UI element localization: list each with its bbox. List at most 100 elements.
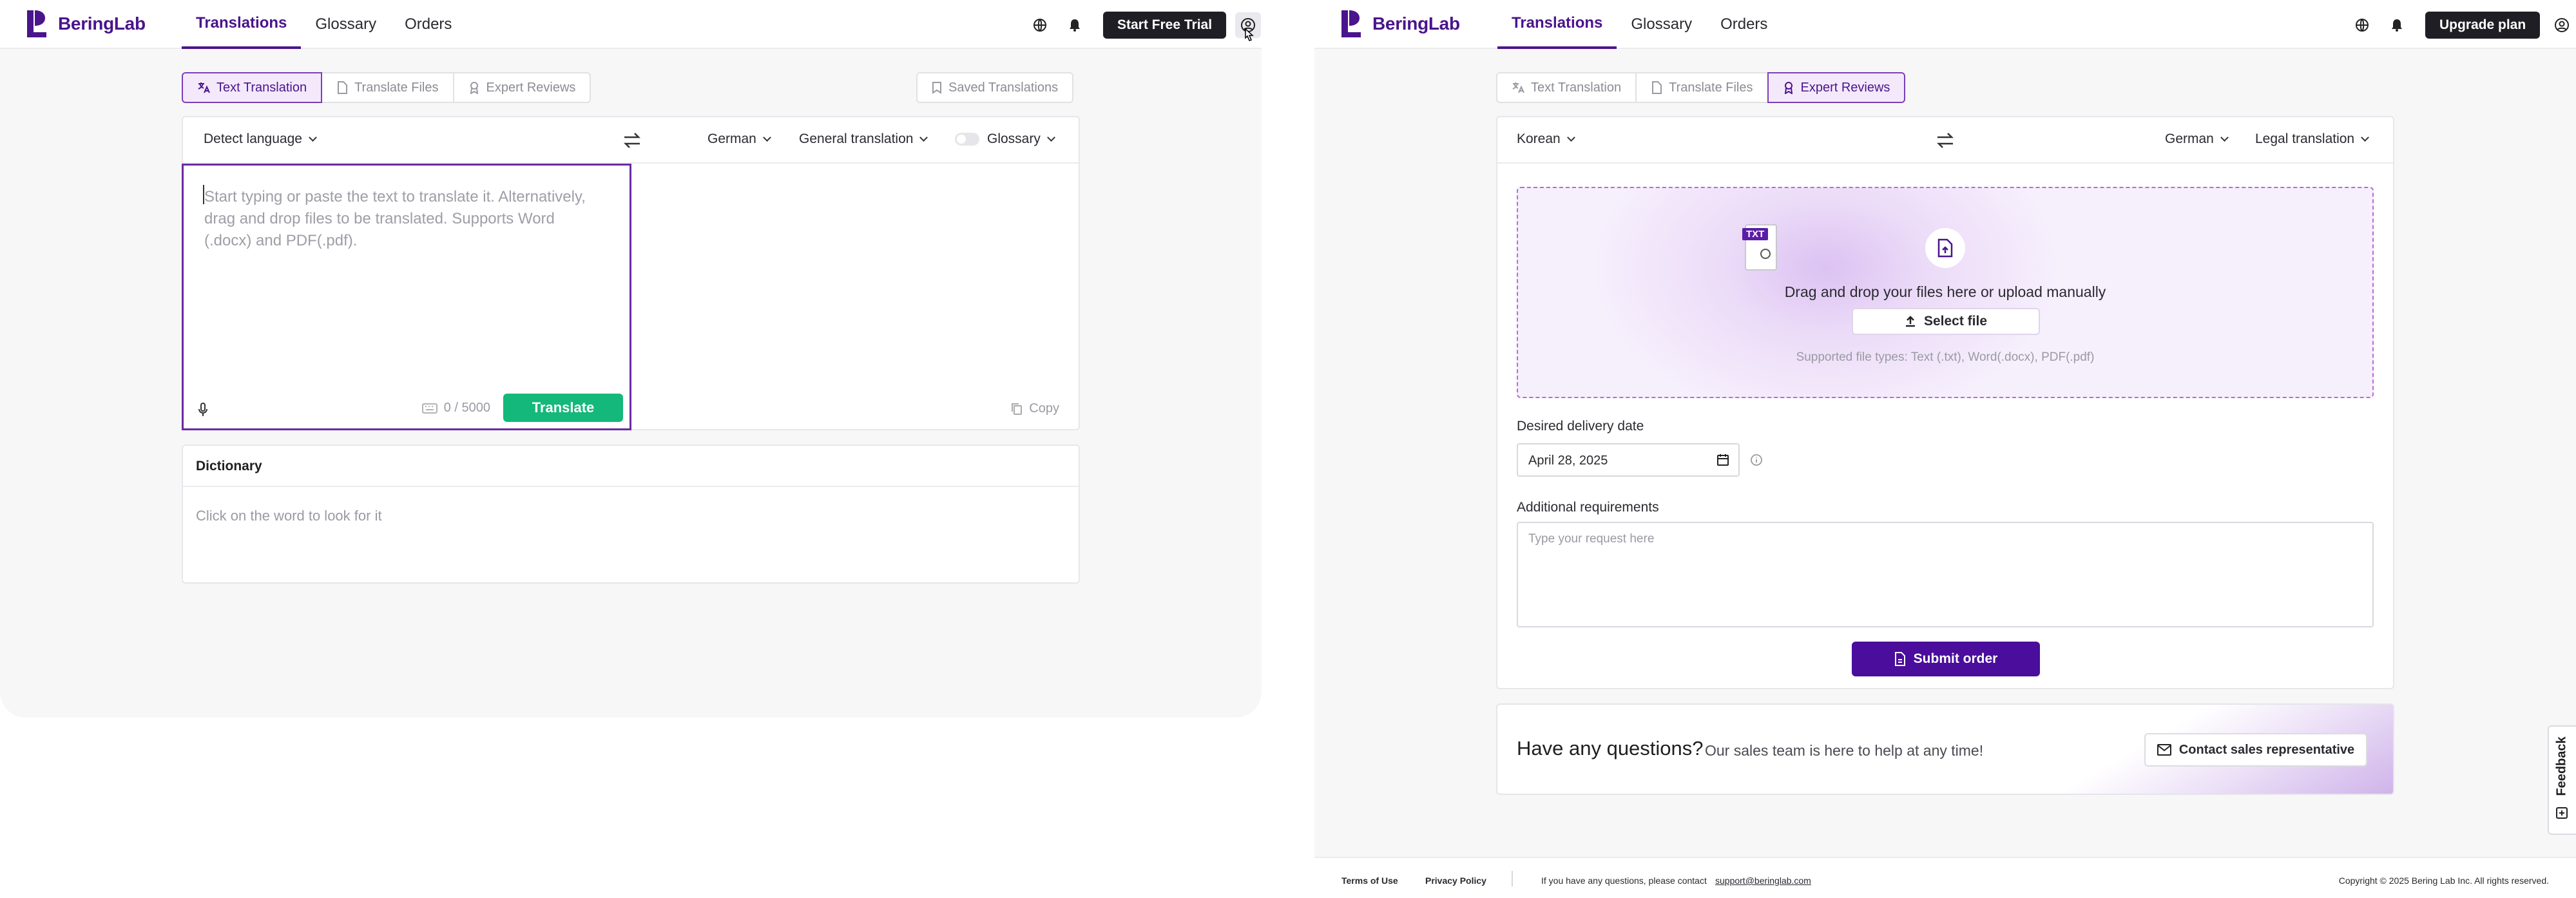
start-free-trial-button[interactable]: Start Free Trial (1103, 12, 1227, 39)
questions-subtitle: Our sales team is here to help at any ti… (1705, 742, 1984, 759)
source-language-dropdown[interactable]: Detect language (204, 131, 317, 147)
toggle-switch[interactable] (955, 133, 979, 146)
target-language-dropdown[interactable]: German (2165, 131, 2229, 147)
globe-icon[interactable] (1027, 12, 1053, 38)
nav-orders[interactable]: Orders (390, 0, 466, 49)
lang-bar: Korean German Legal translation (1497, 117, 2393, 164)
badge-icon (470, 82, 478, 94)
tab-label: Translate Files (354, 80, 439, 95)
tab-text-translation[interactable]: Text Translation (1496, 72, 1637, 103)
document-icon (1894, 652, 1905, 666)
footer-contact-text: If you have any questions, please contac… (1541, 875, 1707, 886)
logo-icon (1341, 10, 1361, 37)
chevron-down-icon (1566, 133, 1575, 142)
tab-expert-reviews[interactable]: Expert Reviews (1767, 72, 1906, 103)
dictionary-hint: Click on the word to look for it (196, 508, 382, 524)
tab-expert-reviews[interactable]: Expert Reviews (452, 72, 591, 103)
chevron-down-icon (2361, 133, 2369, 142)
glossary-toggle[interactable]: Glossary (955, 131, 1055, 147)
file-drop-zone[interactable]: TXT Drag and drop your files here or upl… (1517, 187, 2374, 398)
tab-label: Text Translation (1531, 80, 1622, 95)
tab-label: Text Translation (216, 80, 307, 95)
bookmark-icon (932, 82, 941, 94)
nav-orders[interactable]: Orders (1706, 0, 1782, 49)
cursor-icon (1245, 28, 1254, 41)
delivery-date-input[interactable]: April 28, 2025 (1517, 443, 1740, 477)
feedback-tab[interactable]: Feedback (2548, 725, 2576, 835)
chevron-down-icon (762, 133, 771, 142)
char-counter: 0 / 5000 (421, 401, 490, 416)
main-nav: Translations Glossary Orders (182, 0, 466, 49)
bell-icon[interactable] (2384, 12, 2410, 38)
drop-text: Drag and drop your files here or upload … (1784, 283, 2106, 300)
globe-icon[interactable] (2349, 12, 2375, 38)
support-email-link[interactable]: support@beringlab.com (1715, 875, 1811, 886)
calendar-icon[interactable] (1716, 454, 1729, 466)
upload-icon (1905, 316, 1915, 327)
contact-label: Contact sales representative (2178, 742, 2355, 757)
main-nav: Translations Glossary Orders (1497, 0, 1782, 49)
delivery-date-label: Desired delivery date (1517, 419, 1644, 434)
copy-button[interactable]: Copy (1011, 401, 1059, 416)
mode-tabs: Text Translation Translate Files Expert … (1496, 72, 1906, 103)
counter-value: 0 / 5000 (443, 401, 490, 415)
requirements-label: Additional requirements (1517, 500, 1659, 515)
source-text-area[interactable]: Start typing or paste the text to transl… (182, 164, 631, 430)
submit-order-button[interactable]: Submit order (1852, 642, 2040, 676)
source-language-dropdown[interactable]: Korean (1517, 131, 1575, 147)
main-area: Text Translation Translate Files Expert … (1314, 49, 2576, 857)
chevron-down-icon (919, 133, 928, 142)
translate-button[interactable]: Translate (503, 394, 623, 422)
tab-translate-files[interactable]: Translate Files (321, 72, 454, 103)
dictionary-title: Dictionary (196, 459, 262, 473)
microphone-icon[interactable] (198, 403, 208, 417)
logo-icon (27, 10, 46, 37)
target-language-dropdown[interactable]: German (707, 131, 771, 147)
copy-icon (1012, 403, 1023, 415)
translation-mode-dropdown[interactable]: General translation (799, 131, 928, 147)
mode-value: General translation (799, 131, 914, 146)
submit-label: Submit order (1913, 651, 1998, 666)
requirements-placeholder: Type your request here (1528, 532, 1655, 546)
nav-glossary[interactable]: Glossary (301, 0, 390, 49)
tab-translate-files[interactable]: Translate Files (1635, 72, 1769, 103)
tab-label: Expert Reviews (1800, 80, 1890, 95)
mode-tabs: Text Translation Translate Files Expert … (182, 72, 591, 103)
header-actions: Upgrade plan (2349, 12, 2575, 39)
upgrade-plan-button[interactable]: Upgrade plan (2425, 12, 2541, 39)
nav-translations[interactable]: Translations (182, 0, 302, 49)
requirements-textarea[interactable]: Type your request here (1517, 522, 2374, 627)
chevron-down-icon (309, 133, 317, 142)
translate-icon (198, 82, 210, 93)
feedback-label: Feedback (2554, 736, 2569, 796)
header-actions: Start Free Trial (1027, 12, 1262, 39)
contact-sales-button[interactable]: Contact sales representative (2144, 733, 2367, 767)
dictionary-card: Dictionary Click on the word to look for… (182, 444, 1080, 584)
bell-icon[interactable] (1062, 12, 1088, 38)
swap-icon[interactable] (1936, 131, 1955, 149)
privacy-link[interactable]: Privacy Policy (1425, 875, 1486, 886)
info-icon[interactable] (1750, 454, 1763, 466)
file-icon (338, 81, 348, 94)
tab-label: Translate Files (1669, 80, 1753, 95)
select-file-button[interactable]: Select file (1852, 308, 2040, 335)
target-lang-value: German (2165, 131, 2214, 146)
dictionary-header: Dictionary (183, 446, 1079, 487)
user-icon[interactable] (2549, 12, 2575, 38)
translate-icon (1512, 82, 1524, 93)
delivery-date-value: April 28, 2025 (1528, 454, 1608, 468)
swap-icon[interactable] (622, 131, 642, 149)
chevron-down-icon (1046, 133, 1055, 142)
saved-translations-button[interactable]: Saved Translations (916, 72, 1074, 103)
tab-text-translation[interactable]: Text Translation (182, 72, 323, 103)
saved-translations-wrap: Saved Translations (916, 72, 1074, 103)
translation-mode-dropdown[interactable]: Legal translation (2255, 131, 2369, 147)
left-screen: BeringLab Translations Glossary Orders S… (0, 0, 1262, 898)
logo[interactable]: BeringLab (26, 9, 146, 39)
translator-card: Detect language German General translati… (182, 116, 1080, 430)
file-upload-icon (1937, 238, 1953, 258)
terms-link[interactable]: Terms of Use (1341, 875, 1398, 886)
nav-translations[interactable]: Translations (1497, 0, 1617, 49)
nav-glossary[interactable]: Glossary (1617, 0, 1706, 49)
logo[interactable]: BeringLab (1340, 9, 1460, 39)
